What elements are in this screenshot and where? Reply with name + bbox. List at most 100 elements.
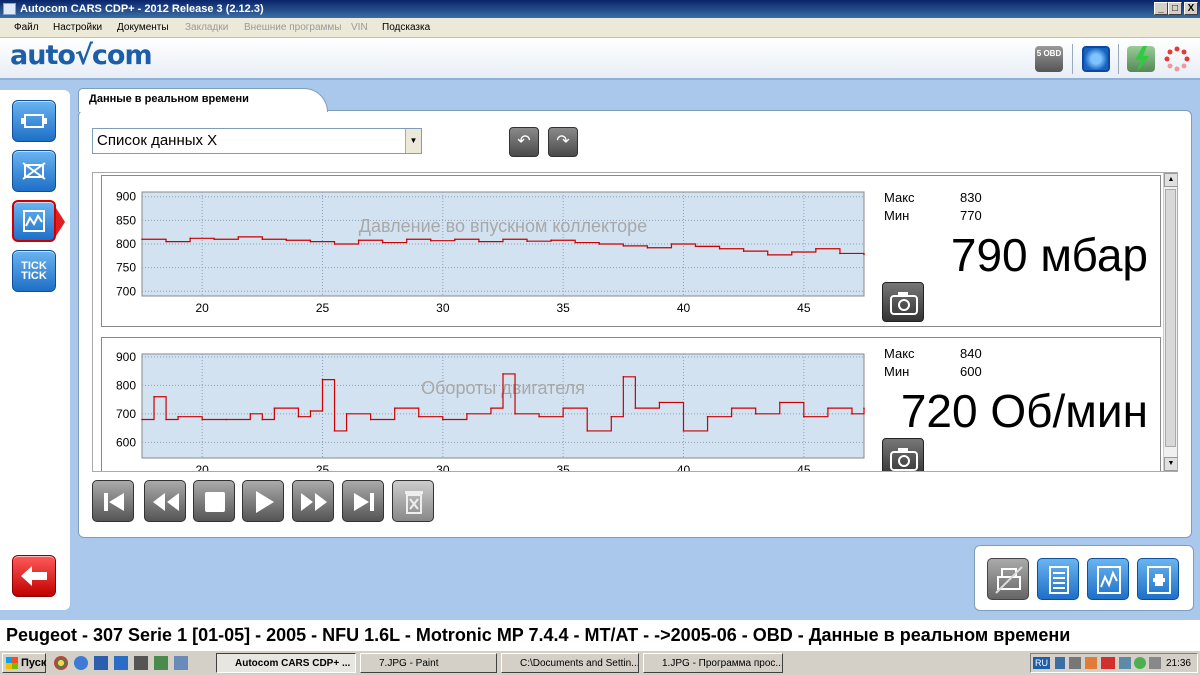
data-point <box>598 243 601 245</box>
data-point <box>261 238 264 241</box>
graph-icon[interactable] <box>1087 558 1129 600</box>
data-point <box>381 241 384 244</box>
redo-arrow-button[interactable]: ↷ <box>548 127 578 157</box>
app-icon <box>3 3 16 15</box>
back-arrow-icon[interactable] <box>12 555 56 597</box>
help-icon[interactable] <box>1082 46 1110 72</box>
menu-bar: Файл Настройки Документы Закладки Внешни… <box>0 18 1200 38</box>
first-icon[interactable] <box>92 480 134 522</box>
current-value: 720 Об/мин <box>900 385 1148 437</box>
x-tick-label: 20 <box>195 463 209 472</box>
check-icon[interactable] <box>1134 657 1146 669</box>
y-tick-label: 800 <box>116 237 136 251</box>
data-point <box>285 239 288 242</box>
app-tool-icon[interactable] <box>154 656 168 670</box>
print-icon[interactable] <box>987 558 1029 600</box>
data-point <box>538 415 540 418</box>
menu-external-programs: Внешние программы <box>244 22 342 33</box>
tick-tick-icon[interactable]: TICK TICK <box>12 250 56 292</box>
stop-icon[interactable] <box>193 480 235 522</box>
x-tick-label: 20 <box>195 301 209 315</box>
desktop-icon[interactable] <box>174 656 188 670</box>
tray-icon[interactable] <box>1149 657 1161 669</box>
start-button[interactable]: Пуск <box>2 653 46 673</box>
data-point <box>165 240 167 243</box>
y-tick-label: 900 <box>116 350 136 364</box>
fault-codes-icon[interactable] <box>12 150 56 192</box>
scroll-down-icon[interactable]: ▼ <box>1164 457 1177 471</box>
taskbar-item-autocom[interactable]: Autocom CARS CDP+ ... <box>216 653 356 673</box>
antivirus-icon[interactable] <box>1101 657 1115 669</box>
chart-panel-2: 600 700 800 900 20 25 30 35 40 45 Обороты двигател… <box>101 337 1161 472</box>
settings-icon[interactable] <box>1137 558 1179 600</box>
data-point <box>791 251 793 253</box>
charts-scrollbar[interactable]: ▲ ▼ <box>1163 173 1177 471</box>
word-icon[interactable] <box>94 656 108 670</box>
data-point <box>297 415 300 418</box>
data-point <box>405 238 408 241</box>
close-button[interactable]: X <box>1184 2 1198 15</box>
taskbar-item-explorer[interactable]: C:\Documents and Settin... <box>501 653 639 673</box>
data-point <box>490 407 492 409</box>
x-tick-label: 35 <box>556 301 570 315</box>
fast-forward-icon[interactable] <box>292 480 334 522</box>
settings-tool-icon[interactable] <box>134 656 148 670</box>
data-point <box>309 240 312 243</box>
camera-icon[interactable] <box>882 282 924 322</box>
data-point <box>766 254 769 256</box>
play-icon[interactable] <box>242 480 284 522</box>
rewind-icon[interactable] <box>144 480 186 522</box>
trash-icon[interactable] <box>392 480 434 522</box>
scroll-thumb[interactable] <box>1165 189 1176 447</box>
data-point <box>309 410 312 412</box>
tab-realtime-data[interactable]: Данные в реальном времени <box>78 88 328 112</box>
loading-icon <box>1163 46 1191 72</box>
data-point <box>730 407 733 409</box>
obd-icon[interactable]: 5 OBD <box>1035 46 1063 72</box>
active-indicator <box>56 208 65 236</box>
y-tick-label: 900 <box>116 190 136 204</box>
data-point <box>526 240 528 242</box>
max-value: 830 <box>960 190 982 205</box>
menu-file[interactable]: Файл <box>14 22 39 33</box>
windows-logo-icon <box>6 657 18 669</box>
maximize-button[interactable]: □ <box>1168 2 1182 15</box>
language-indicator[interactable]: RU <box>1033 657 1050 669</box>
windows-taskbar: Пуск Autocom CARS CDP+ ... 7.JPG - Paint… <box>0 650 1200 675</box>
save-icon[interactable] <box>114 656 128 670</box>
menu-settings[interactable]: Настройки <box>53 22 102 33</box>
chrome-icon[interactable] <box>54 656 68 670</box>
charts-container: 700 750 800 850 900 20 25 30 35 40 45 Давление во в… <box>92 172 1178 472</box>
tray-icon[interactable] <box>1055 657 1065 669</box>
taskbar-item-paint[interactable]: 7.JPG - Paint <box>360 653 497 673</box>
engine-icon[interactable] <box>12 100 56 142</box>
volume-icon[interactable] <box>1119 657 1131 669</box>
menu-documents[interactable]: Документы <box>117 22 169 33</box>
data-point <box>213 238 215 241</box>
ie-icon[interactable] <box>74 656 88 670</box>
realtime-data-icon[interactable] <box>12 200 56 242</box>
network-icon[interactable] <box>1069 657 1081 669</box>
y-tick-label: 600 <box>116 435 136 449</box>
start-label: Пуск <box>21 657 47 669</box>
last-icon[interactable] <box>342 480 384 522</box>
scroll-up-icon[interactable]: ▲ <box>1164 173 1177 187</box>
undo-arrow-button[interactable]: ↶ <box>509 127 539 157</box>
data-point <box>610 415 613 418</box>
taskbar-item-viewer[interactable]: 1.JPG - Программа прос... <box>643 653 783 673</box>
minimize-button[interactable]: _ <box>1154 2 1168 15</box>
x-tick-label: 45 <box>797 463 811 472</box>
list-icon[interactable] <box>1037 558 1079 600</box>
x-tick-label: 40 <box>677 463 691 472</box>
chevron-down-icon[interactable]: ▼ <box>405 129 421 153</box>
window-title: Autocom CARS CDP+ - 2012 Release 3 (2.12… <box>20 3 264 15</box>
tray-icon[interactable] <box>1085 657 1097 669</box>
camera-icon[interactable] <box>882 438 924 471</box>
data-list-select[interactable]: Список данных X ▼ <box>92 128 422 154</box>
menu-help[interactable]: Подсказка <box>382 22 430 33</box>
battery-icon <box>1127 46 1155 72</box>
data-point <box>357 239 360 242</box>
data-point <box>345 413 348 415</box>
chart-title: Давление во впускном коллекторе <box>359 216 647 236</box>
header-divider <box>1072 44 1073 74</box>
